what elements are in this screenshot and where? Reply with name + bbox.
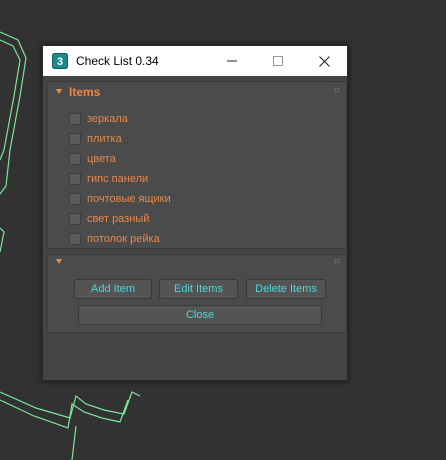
item-checkbox[interactable]	[69, 233, 81, 245]
grip-icon[interactable]	[334, 87, 340, 93]
close-button[interactable]: Close	[78, 305, 322, 325]
item-checkbox[interactable]	[69, 133, 81, 145]
close-icon[interactable]	[301, 46, 347, 76]
items-rollout-title: Items	[69, 85, 101, 99]
list-item[interactable]: цвета	[69, 149, 171, 169]
item-label: гипс панели	[87, 173, 149, 185]
item-label: цвета	[87, 153, 116, 165]
actions-rollout: Add Item Edit Items Delete Items Close	[47, 254, 347, 333]
delete-items-button[interactable]: Delete Items	[246, 279, 326, 299]
item-checkbox[interactable]	[69, 193, 81, 205]
collapse-arrow-icon[interactable]	[56, 89, 62, 94]
item-label: потолок рейка	[87, 233, 160, 245]
minimize-icon[interactable]	[209, 46, 255, 76]
list-item[interactable]: плитка	[69, 129, 171, 149]
window-title: Check List 0.34	[76, 54, 159, 68]
item-checkbox[interactable]	[69, 153, 81, 165]
item-label: почтовые ящики	[87, 193, 171, 205]
list-item[interactable]: потолок рейка	[69, 229, 171, 249]
item-label: свет разный	[87, 213, 150, 225]
items-list: зеркала плитка цвета гипс панели почтовы…	[69, 109, 171, 249]
collapse-arrow-icon[interactable]	[56, 259, 62, 264]
item-label: зеркала	[87, 113, 128, 125]
item-label: плитка	[87, 133, 122, 145]
item-checkbox[interactable]	[69, 113, 81, 125]
checklist-window: 3 Check List 0.34 Items зеркала плитка ц…	[42, 45, 348, 381]
list-item[interactable]: почтовые ящики	[69, 189, 171, 209]
title-bar[interactable]: 3 Check List 0.34	[43, 46, 347, 76]
item-checkbox[interactable]	[69, 213, 81, 225]
list-item[interactable]: зеркала	[69, 109, 171, 129]
grip-icon[interactable]	[334, 258, 340, 264]
items-rollout: Items зеркала плитка цвета гипс панели п…	[47, 81, 347, 249]
actions-rollout-header[interactable]	[48, 255, 346, 275]
3dsmax-app-icon: 3	[52, 53, 68, 69]
list-item[interactable]: свет разный	[69, 209, 171, 229]
add-item-button[interactable]: Add Item	[74, 279, 152, 299]
edit-items-button[interactable]: Edit Items	[159, 279, 238, 299]
list-item[interactable]: гипс панели	[69, 169, 171, 189]
maximize-icon[interactable]	[255, 46, 301, 76]
item-checkbox[interactable]	[69, 173, 81, 185]
items-rollout-header[interactable]: Items	[48, 82, 346, 102]
svg-text:3: 3	[57, 56, 63, 68]
